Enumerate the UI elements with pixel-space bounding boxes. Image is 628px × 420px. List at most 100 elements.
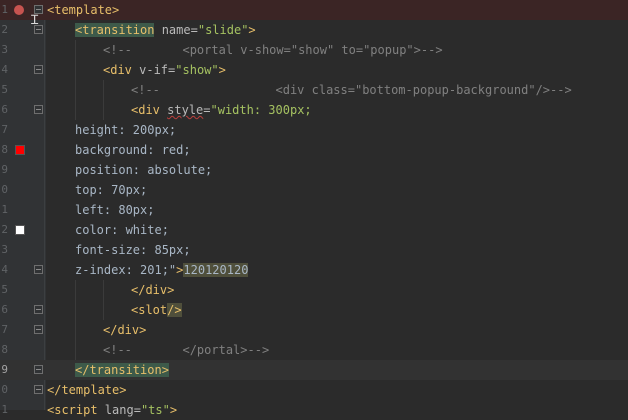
text-cursor-icon: Ɪ: [31, 13, 39, 28]
code-line[interactable]: 5 </div>: [0, 280, 628, 300]
code-text[interactable]: </transition>: [75, 360, 169, 380]
code-text[interactable]: font-size: 85px;: [75, 240, 191, 260]
code-line[interactable]: 0 </template>: [0, 380, 628, 400]
code-text[interactable]: <!-- <div class="bottom-popup-background…: [131, 80, 572, 100]
code-token: top: 70px;: [75, 183, 148, 197]
code-text[interactable]: background: red;: [75, 140, 191, 160]
code-token: background: red;: [75, 143, 191, 157]
code-token: "show": [175, 63, 219, 77]
indent-guide: [103, 300, 104, 320]
fold-marker-icon[interactable]: [34, 305, 43, 314]
breakpoint-icon[interactable]: [14, 5, 24, 15]
code-text[interactable]: z-index: 201;">120120120: [75, 260, 249, 280]
code-text[interactable]: left: 80px;: [75, 200, 154, 220]
code-token: "width: 300px;: [210, 103, 312, 117]
code-text[interactable]: <template>: [47, 0, 119, 20]
code-line[interactable]: 7 </div>: [0, 320, 628, 340]
line-number: 1: [1, 403, 8, 416]
code-token: color: white;: [75, 223, 169, 237]
code-text[interactable]: <slot/>: [131, 300, 182, 320]
indent-guide: [75, 340, 76, 360]
code-token: "slide": [197, 23, 249, 37]
code-token: <!-- </portal>-->: [103, 343, 270, 357]
color-swatch-icon[interactable]: [15, 145, 25, 155]
code-line[interactable]: 2 <transition name="slide">: [0, 20, 628, 40]
code-token: <transition: [75, 23, 155, 37]
code-text[interactable]: <transition name="slide">: [75, 20, 256, 40]
line-number: 3: [1, 43, 8, 56]
code-text[interactable]: <div style="width: 300px;: [131, 100, 312, 120]
code-token: />: [167, 303, 182, 317]
code-token: >: [169, 403, 178, 417]
code-token: <div: [131, 103, 160, 117]
code-token: <!-- <portal v-show="show" to="popup">--…: [103, 43, 443, 57]
code-token: position: absolute;: [75, 163, 213, 177]
code-token: >: [248, 23, 256, 37]
fold-marker-icon[interactable]: [34, 105, 43, 114]
code-text[interactable]: </div>: [103, 320, 146, 340]
code-token: 120120120: [183, 263, 249, 277]
code-text[interactable]: color: white;: [75, 220, 169, 240]
code-token: height: 200px;: [75, 123, 177, 137]
code-text[interactable]: top: 70px;: [75, 180, 147, 200]
line-number: 4: [1, 63, 8, 76]
code-token: style: [167, 103, 204, 117]
code-line[interactable]: 5 <!-- <div class="bottom-popup-backgroun…: [0, 80, 628, 100]
code-text[interactable]: <script lang="ts">: [47, 400, 177, 420]
code-line[interactable]: 7 height: 200px;: [0, 120, 628, 140]
line-number: 6: [1, 103, 8, 116]
code-text[interactable]: position: absolute;: [75, 160, 212, 180]
code-line[interactable]: 6 <slot/>: [0, 300, 628, 320]
indent-guide: [75, 300, 76, 320]
code-line[interactable]: 3 <!-- <portal v-show="show" to="popup">-…: [0, 40, 628, 60]
line-number: 2: [1, 223, 8, 236]
fold-marker-icon[interactable]: [34, 265, 43, 274]
code-token: =: [203, 103, 211, 117]
fold-marker-icon[interactable]: [34, 325, 43, 334]
code-line[interactable]: 9 position: absolute;: [0, 160, 628, 180]
line-number: 9: [1, 163, 8, 176]
fold-marker-icon[interactable]: [34, 385, 43, 394]
indent-guide: [75, 80, 76, 100]
line-number: 7: [1, 123, 8, 136]
code-line[interactable]: 0 top: 70px;: [0, 180, 628, 200]
code-token: <script: [47, 403, 98, 417]
code-line[interactable]: 8 background: red;: [0, 140, 628, 160]
indent-guide: [103, 80, 104, 100]
code-line[interactable]: 4 <div v-if="show">: [0, 60, 628, 80]
code-line[interactable]: 1 left: 80px;: [0, 200, 628, 220]
code-text[interactable]: <!-- <portal v-show="show" to="popup">--…: [103, 40, 443, 60]
code-line[interactable]: 1 <template>: [0, 0, 628, 20]
indent-guide: [75, 320, 76, 340]
line-number: 8: [1, 143, 8, 156]
indent-guide: [103, 280, 104, 300]
code-text[interactable]: </template>: [47, 380, 126, 400]
code-token: <div: [103, 63, 132, 77]
code-text[interactable]: </div>: [131, 280, 174, 300]
fold-marker-icon[interactable]: [34, 365, 43, 374]
code-token: v-if=: [131, 63, 176, 77]
code-line[interactable]: 1 <script lang="ts">: [0, 400, 628, 420]
line-number: 5: [1, 283, 8, 296]
code-text[interactable]: <div v-if="show">: [103, 60, 226, 80]
code-token: </div>: [103, 323, 147, 337]
code-token: <slot: [131, 303, 168, 317]
indent-guide: [75, 280, 76, 300]
line-number: 1: [1, 203, 8, 216]
color-swatch-icon[interactable]: [15, 225, 25, 235]
code-line[interactable]: 6 <div style="width: 300px;: [0, 100, 628, 120]
code-line[interactable]: 8 <!-- </portal>-->: [0, 340, 628, 360]
code-token: >: [218, 63, 226, 77]
line-number: 6: [1, 303, 8, 316]
code-text[interactable]: height: 200px;: [75, 120, 176, 140]
line-number: 0: [1, 183, 8, 196]
line-number: 4: [1, 263, 8, 276]
code-line[interactable]: 2 color: white;: [0, 220, 628, 240]
code-line[interactable]: 4 z-index: 201;">120120120: [0, 260, 628, 280]
code-line[interactable]: 9 </transition>: [0, 360, 628, 380]
line-number: 3: [1, 243, 8, 256]
code-text[interactable]: <!-- </portal>-->: [103, 340, 269, 360]
code-line[interactable]: 3 font-size: 85px;: [0, 240, 628, 260]
fold-marker-icon[interactable]: [34, 65, 43, 74]
code-token: font-size: 85px;: [75, 243, 191, 257]
